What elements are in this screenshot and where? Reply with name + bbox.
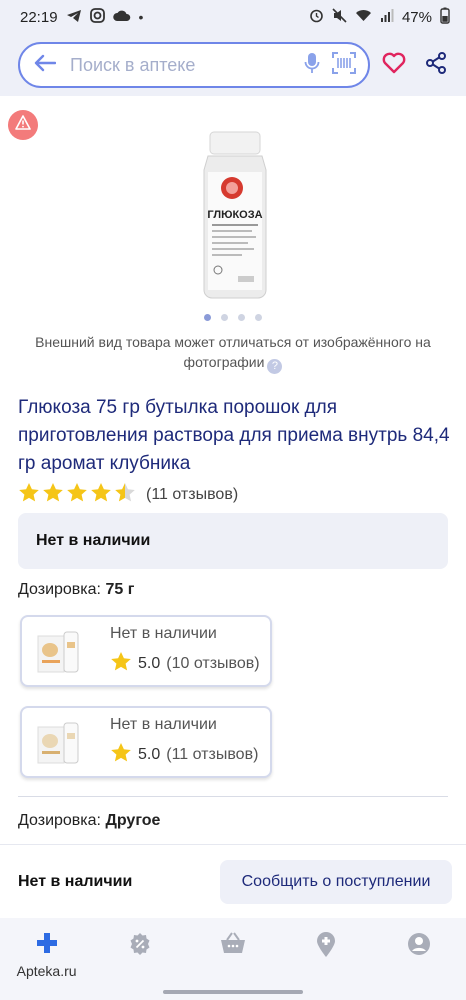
- reviews-count[interactable]: (11 отзывов): [146, 486, 238, 504]
- nav-item-cart[interactable]: [186, 918, 279, 1000]
- system-home-indicator[interactable]: [163, 990, 303, 994]
- top-header: [0, 34, 466, 96]
- dosage-value: Другое: [105, 812, 161, 829]
- nav-item-home[interactable]: Apteka.ru: [0, 918, 93, 1000]
- image-disclaimer: Внешний вид товара может отличаться от и…: [24, 332, 442, 374]
- status-right: 47%: [309, 7, 450, 27]
- heart-icon: [382, 52, 406, 79]
- carousel-dot[interactable]: [238, 314, 245, 321]
- variant-info: Нет в наличии 5.0 (10 отзывов): [110, 625, 260, 677]
- mute-icon: [332, 8, 347, 26]
- location-pin-icon: [316, 932, 336, 963]
- variant-status: Нет в наличии: [110, 625, 217, 642]
- carousel-dot-active[interactable]: [204, 314, 211, 321]
- carousel-dot[interactable]: [221, 314, 228, 321]
- alarm-icon: [309, 8, 324, 26]
- dosage-label: Дозировка:: [18, 581, 101, 598]
- product-title: Глюкоза 75 гр бутылка порошок для пригот…: [18, 397, 450, 474]
- share-icon: [425, 51, 447, 79]
- help-icon[interactable]: ?: [267, 359, 283, 374]
- variant-status: Нет в наличии: [110, 716, 217, 733]
- warning-icon: [15, 115, 31, 135]
- out-of-stock-label: Нет в наличии: [18, 872, 133, 890]
- bottom-nav: Apteka.ru: [0, 918, 466, 1000]
- star-icon: [18, 482, 40, 508]
- half-star-icon: [114, 482, 136, 508]
- variant-score: 5.0: [138, 746, 161, 763]
- variant-rating: 5.0 (11 отзывов): [110, 742, 258, 768]
- variant-thumbnail: [34, 717, 92, 767]
- variant-rating: 5.0 (10 отзывов): [110, 651, 260, 677]
- favorite-button[interactable]: [376, 47, 412, 83]
- telegram-icon: [66, 9, 82, 26]
- battery-percent: 47%: [401, 8, 432, 26]
- plus-cross-icon: [36, 932, 58, 959]
- dot-icon: •: [138, 9, 144, 25]
- dosage-row: Дозировка: 75 г: [18, 581, 134, 599]
- status-left: 22:19 •: [20, 8, 143, 26]
- variant-thumbnail: [34, 626, 92, 676]
- variant-score: 5.0: [138, 655, 161, 672]
- microphone-icon[interactable]: [304, 52, 320, 79]
- carousel-dots: [0, 314, 466, 321]
- divider: [18, 796, 448, 797]
- search-box[interactable]: [18, 42, 370, 88]
- variant-review-count: (11 отзывов): [166, 746, 259, 763]
- back-arrow-icon[interactable]: [34, 52, 57, 78]
- action-bar: Нет в наличии Сообщить о поступлении: [0, 844, 466, 918]
- variant-review-count: (10 отзывов): [166, 655, 260, 672]
- star-icon: [90, 482, 112, 508]
- status-time: 22:19: [20, 8, 58, 26]
- carousel-dot[interactable]: [255, 314, 262, 321]
- warning-badge[interactable]: [8, 110, 38, 140]
- nav-item-pharmacies[interactable]: [280, 918, 373, 1000]
- notify-button[interactable]: Сообщить о поступлении: [220, 859, 452, 904]
- wifi-icon: [355, 9, 372, 25]
- discount-badge-icon: [128, 932, 152, 961]
- basket-icon: [220, 932, 246, 959]
- nav-item-discounts[interactable]: [93, 918, 186, 1000]
- rating-row[interactable]: (11 отзывов): [18, 482, 238, 508]
- variant-info: Нет в наличии 5.0 (11 отзывов): [110, 716, 258, 768]
- star-icon: [110, 651, 132, 677]
- status-bar: 22:19 • 47%: [0, 0, 466, 34]
- share-button[interactable]: [418, 47, 454, 83]
- dosage-label: Дозировка:: [18, 812, 101, 829]
- variant-card[interactable]: Нет в наличии 5.0 (10 отзывов): [20, 615, 272, 687]
- star-icon: [66, 482, 88, 508]
- signal-icon: [380, 9, 394, 25]
- disclaimer-text: Внешний вид товара может отличаться от и…: [35, 334, 431, 370]
- product-image-label: ГЛЮКОЗА: [207, 209, 262, 221]
- battery-icon: [440, 7, 450, 27]
- dosage-value: 75 г: [105, 581, 135, 598]
- variant-card[interactable]: Нет в наличии 5.0 (11 отзывов): [20, 706, 272, 778]
- nav-item-profile[interactable]: [373, 918, 466, 1000]
- user-profile-icon: [407, 932, 431, 961]
- dosage-row: Дозировка: Другое: [18, 812, 160, 830]
- search-input[interactable]: [70, 54, 304, 76]
- product-image[interactable]: ГЛЮКОЗА: [190, 130, 280, 300]
- star-icon: [42, 482, 64, 508]
- nav-item-home-label: Apteka.ru: [16, 963, 77, 979]
- availability-box: Нет в наличии: [18, 513, 448, 569]
- star-icon: [110, 742, 132, 768]
- barcode-scan-icon[interactable]: [332, 51, 356, 79]
- cloud-icon: [112, 9, 131, 25]
- instagram-icon: [89, 8, 105, 26]
